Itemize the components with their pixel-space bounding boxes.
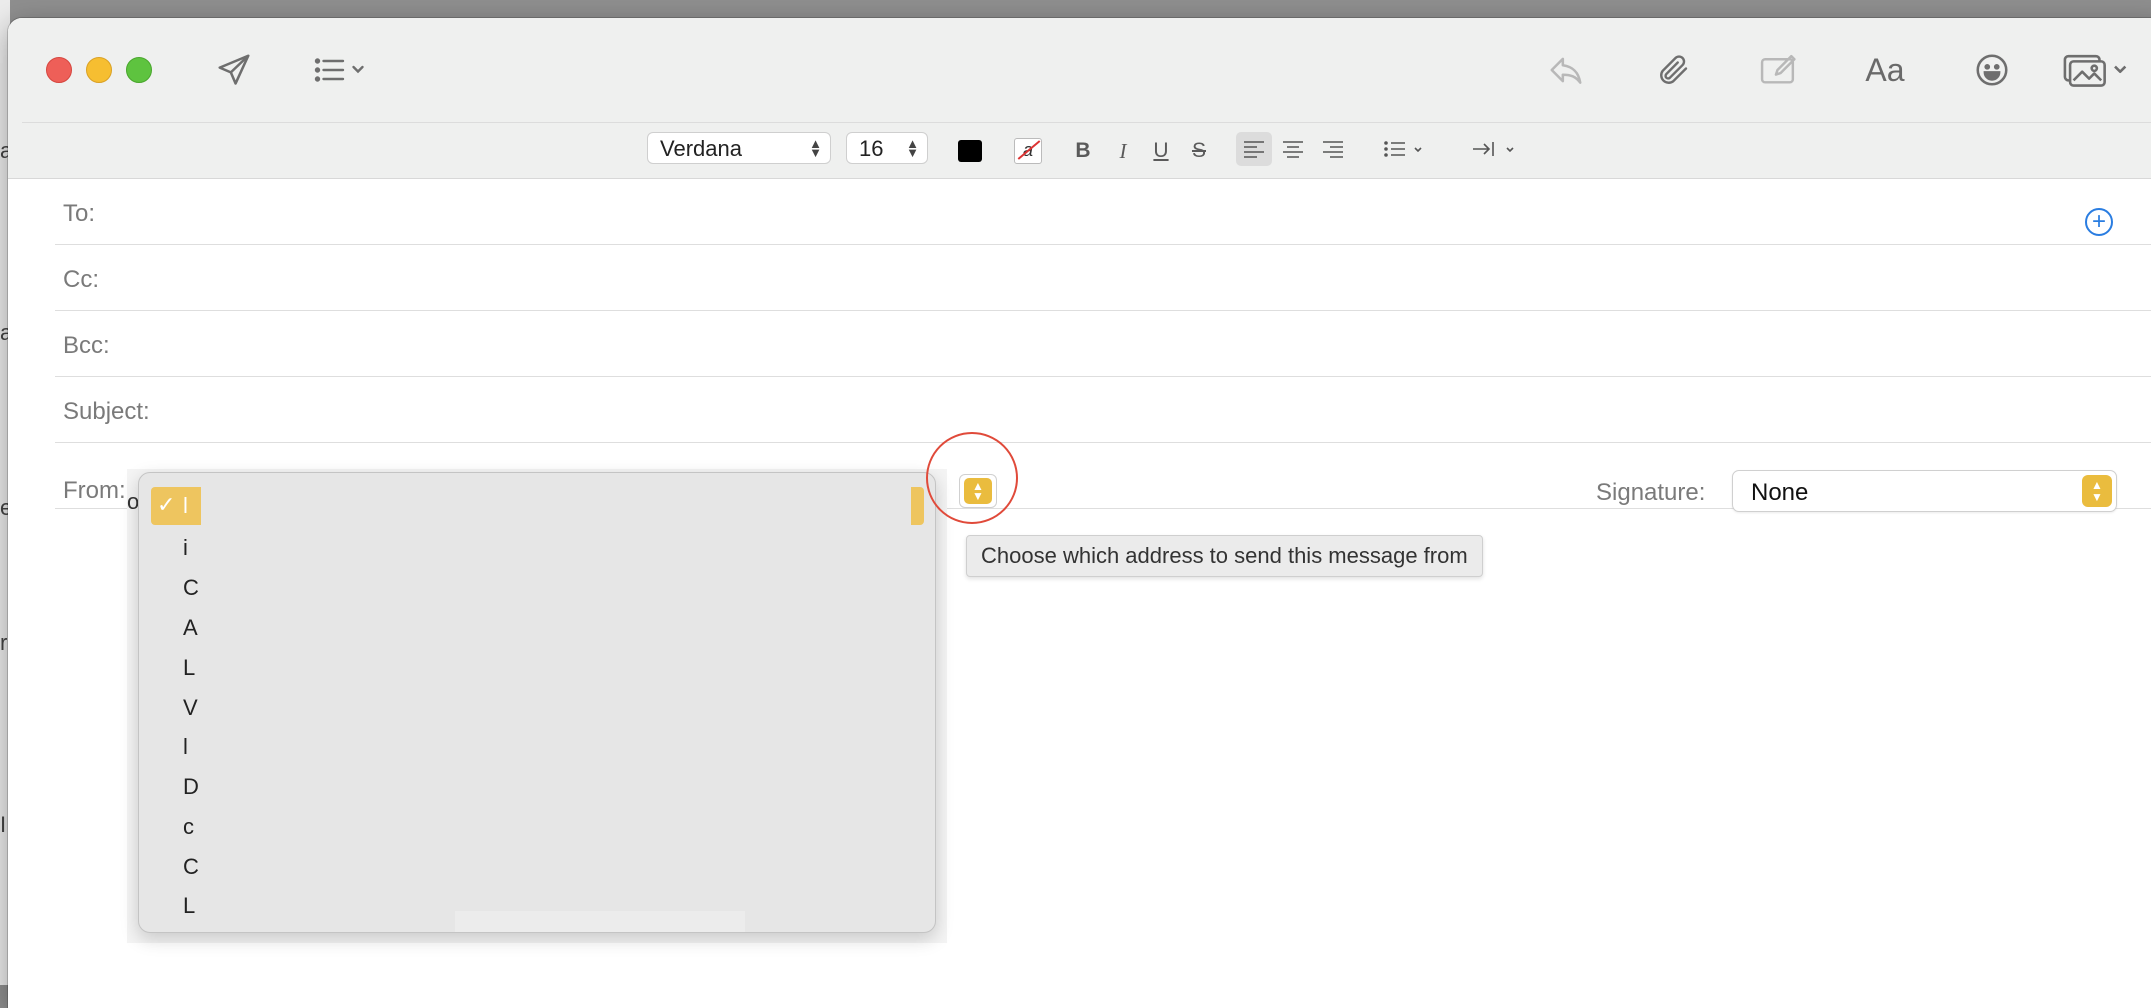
menu-item-label: l	[183, 493, 188, 518]
plus-icon: +	[2091, 208, 2106, 235]
format-button[interactable]: Aa	[1860, 48, 1910, 92]
cc-field[interactable]: Cc:	[55, 244, 2151, 311]
bullet-list-icon	[1384, 141, 1422, 157]
list-icon	[314, 58, 364, 82]
close-window-button[interactable]	[46, 57, 72, 83]
markup-button[interactable]	[1756, 48, 1802, 92]
font-family-popup[interactable]: Verdana ▲ ▼	[647, 132, 831, 164]
menu-item-label: L	[183, 893, 196, 918]
photo-browser-button[interactable]	[2058, 48, 2134, 92]
bold-button[interactable]: B	[1068, 135, 1098, 167]
background-color-button[interactable]: a	[1010, 135, 1046, 167]
cc-label: Cc:	[63, 266, 99, 293]
checkmark-icon: ✓	[157, 492, 176, 517]
no-color-swatch-icon: a	[1014, 138, 1042, 164]
subject-label: Subject:	[63, 398, 150, 425]
subject-field[interactable]: Subject:	[55, 376, 2151, 443]
redaction-block	[455, 911, 745, 932]
attach-button[interactable]	[1652, 48, 1696, 92]
indent-button[interactable]	[1470, 132, 1522, 166]
minimize-window-button[interactable]	[86, 57, 112, 83]
menu-item-label: L	[183, 655, 196, 680]
strikethrough-button[interactable]: S	[1184, 135, 1214, 167]
emoji-button[interactable]	[1970, 48, 2014, 92]
align-center-icon	[1283, 141, 1303, 158]
annotation-circle	[926, 432, 1018, 524]
color-swatch	[958, 140, 982, 162]
paperplane-icon	[218, 54, 250, 85]
menu-item-label: C	[183, 575, 199, 600]
from-address-menu[interactable]: ✓ l i C A L n V l D c C L	[138, 472, 936, 933]
toolbar-divider	[22, 122, 2151, 123]
stepper-icon: ▲ ▼	[809, 136, 822, 160]
zoom-window-button[interactable]	[126, 57, 152, 83]
signature-value: None	[1751, 479, 1809, 506]
align-center-button[interactable]	[1276, 132, 1310, 166]
to-label: To:	[63, 200, 96, 227]
font-family-value: Verdana	[660, 136, 742, 161]
redaction-block	[201, 483, 911, 923]
menu-item-label: A	[183, 615, 198, 640]
stepper-icon: ▲ ▼	[906, 136, 919, 160]
markup-icon	[1760, 54, 1796, 84]
smiley-icon	[1976, 54, 2008, 86]
menu-item-label: D	[183, 774, 199, 799]
photo-browser-icon	[2063, 54, 2127, 87]
indent-icon	[1473, 142, 1514, 156]
signature-label: Signature:	[1596, 479, 1706, 506]
font-size-value: 16	[859, 136, 884, 161]
compose-window: Aa Verdana ▲▼ 16 ▲▼ a B I U S	[8, 18, 2151, 1008]
bcc-label: Bcc:	[63, 332, 110, 359]
background-text: I	[0, 812, 7, 837]
menu-item-label: i	[183, 535, 188, 560]
align-left-button[interactable]	[1236, 132, 1272, 166]
text-color-button[interactable]	[955, 135, 985, 167]
list-style-button[interactable]	[1382, 132, 1430, 166]
from-label: From:	[63, 477, 126, 504]
background-text: r	[0, 630, 8, 655]
align-right-icon	[1323, 141, 1343, 158]
add-contact-button[interactable]: +	[2085, 208, 2113, 236]
header-fields-menu-button[interactable]	[308, 52, 378, 88]
menu-item-label: l	[183, 734, 188, 759]
italic-button[interactable]: I	[1108, 135, 1138, 167]
reply-button[interactable]	[1544, 48, 1588, 92]
window-toolbar: Aa Verdana ▲▼ 16 ▲▼ a B I U S	[8, 18, 2151, 179]
bcc-field[interactable]: Bcc:	[55, 310, 2151, 377]
reply-icon	[1550, 57, 1582, 84]
underline-button[interactable]: U	[1146, 135, 1176, 167]
font-size-popup[interactable]: 16 ▲ ▼	[846, 132, 928, 164]
menu-item-label: V	[183, 695, 198, 720]
signature-popup[interactable]: None ▲ ▼	[1732, 470, 2117, 512]
menu-item-label: C	[183, 854, 199, 879]
align-left-icon	[1244, 141, 1264, 158]
align-right-button[interactable]	[1316, 132, 1350, 166]
stepper-icon: ▲ ▼	[2082, 475, 2112, 507]
from-tooltip: Choose which address to send this messag…	[966, 535, 1483, 577]
menu-item-label: c	[183, 814, 194, 839]
to-field[interactable]: To:	[55, 178, 2151, 245]
send-button[interactable]	[212, 48, 256, 92]
paperclip-icon	[1660, 55, 1688, 84]
